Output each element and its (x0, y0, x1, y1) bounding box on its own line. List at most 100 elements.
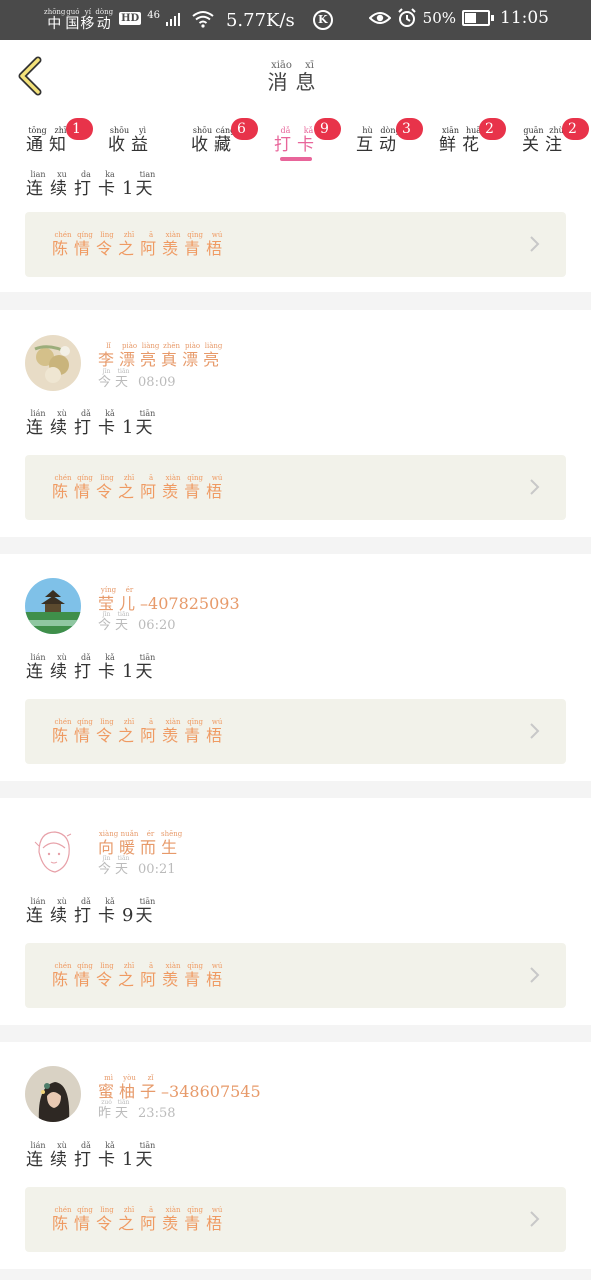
tab-label: 关guān注zhù (522, 126, 568, 155)
tab-earnings[interactable]: 收shōu益yì (108, 126, 154, 155)
ruby-char: 真zhēn (161, 342, 183, 369)
unread-badge: 2 (562, 118, 589, 140)
ruby-char: 连lián (26, 653, 50, 682)
streak-days: 1 (122, 661, 136, 682)
post-clock: 08:09 (138, 375, 176, 390)
ruby-char: 天tiān (115, 368, 133, 390)
tab-label: 收shōu藏cáng (191, 126, 237, 155)
ruby-char: 移yí (80, 8, 96, 32)
ruby-char: 之zhī (118, 474, 141, 501)
ruby-char: 天tiān (135, 653, 160, 682)
ruby-char: 李lǐ (98, 342, 120, 369)
tab-following[interactable]: 关guān注zhù 2 (522, 118, 589, 155)
tab-checkin[interactable]: 打dǎ卡kǎ 9 (274, 118, 341, 155)
ruby-char: 卡kǎ (98, 897, 122, 926)
streak-text: 连lián续xù打dǎ卡kǎ1天tiān (26, 409, 159, 438)
avatar[interactable] (25, 335, 81, 391)
ruby-char: 之zhī (118, 962, 141, 989)
tab-favorites[interactable]: 收shōu藏cáng 6 (191, 118, 258, 155)
tab-interaction[interactable]: 互hù动dòng 3 (356, 118, 423, 155)
ruby-char: 国guó (65, 8, 81, 32)
unread-badge: 3 (396, 118, 423, 140)
unread-badge: 2 (479, 118, 506, 140)
avatar[interactable] (25, 1066, 81, 1122)
ruby-char: 令lìng (96, 718, 119, 745)
streak-days: 1 (122, 178, 136, 199)
ruby-char: 令lìng (96, 1206, 119, 1233)
ruby-char: 羡xiàn (162, 474, 185, 501)
ruby-char: 陈chén (52, 718, 75, 745)
streak-unit: 天tiān (135, 1141, 159, 1170)
ruby-char: 羡xiàn (162, 231, 185, 258)
ruby-char: 羡xiàn (162, 1206, 185, 1233)
ruby-char: 令lìng (96, 474, 119, 501)
ruby-char: 情qíng (74, 1206, 97, 1233)
ruby-char: 鲜xiān (439, 126, 462, 155)
streak-label: 连lián续xù打dǎ卡kǎ (26, 653, 122, 682)
ruby-char: 今jīn (98, 855, 116, 877)
ruby-char: 情qíng (74, 231, 97, 258)
ruby-char: 续xù (50, 409, 74, 438)
book-title: 陈chén情qíng令lìng之zhī阿ā羡xiàn青qīng梧wú (52, 231, 228, 259)
tab-label: 收shōu益yì (108, 126, 154, 155)
ruby-char: 天tiān (135, 897, 160, 926)
tab-flowers[interactable]: 鲜xiān花huā 2 (439, 118, 506, 155)
user-name[interactable]: 蜜mì柚yòu子zǐ–348607545 (98, 1074, 261, 1102)
ruby-char: 卡kǎ (98, 653, 122, 682)
ruby-char: 漂piào (119, 342, 141, 369)
user-name[interactable]: 向xiàng暖nuǎn而ér生shēng (98, 830, 182, 858)
ruby-char: 打dǎ (74, 409, 98, 438)
book-link[interactable]: 陈chén情qíng令lìng之zhī阿ā羡xiàn青qīng梧wú (25, 455, 566, 520)
ruby-char: 益yì (131, 126, 154, 155)
ruby-char: 卡kǎ (98, 1141, 122, 1170)
battery-icon (462, 10, 490, 26)
ruby-char: 续xù (50, 653, 74, 682)
ruby-char: 花huā (462, 126, 485, 155)
ruby-char: 之zhī (118, 1206, 141, 1233)
ruby-char: 连lián (26, 897, 50, 926)
user-name[interactable]: 李lǐ漂piào亮liàng真zhēn漂piào亮liàng (98, 342, 224, 370)
ruby-char: 消xiāo (267, 60, 296, 94)
tab-label: 通tōng知zhī (26, 126, 72, 155)
avatar[interactable] (25, 578, 81, 634)
post-time: 昨zuó天tiān 23:58 (98, 1099, 176, 1121)
post-day: 今jīn天tiān (98, 855, 132, 877)
page-title: 消xiāo息xī (0, 60, 591, 95)
ruby-char: 收shōu (108, 126, 131, 155)
ruby-char: 打dǎ (74, 897, 98, 926)
ruby-char: 阿ā (140, 1206, 163, 1233)
ruby-char: 今jīn (98, 611, 116, 633)
checkin-card: 李lǐ漂piào亮liàng真zhēn漂piào亮liàng 今jīn天tiān… (0, 310, 591, 537)
user-name-text: 李lǐ漂piào亮liàng真zhēn漂piào亮liàng (98, 342, 224, 369)
battery-percent: 50% (422, 9, 456, 27)
book-title: 陈chén情qíng令lìng之zhī阿ā羡xiàn青qīng梧wú (52, 1206, 228, 1234)
ruby-char: 亮liàng (140, 342, 162, 369)
ruby-char: 中zhōng (44, 8, 66, 32)
tab-notice[interactable]: 通tōng知zhī 1 (26, 118, 93, 155)
book-link[interactable]: 陈chén情qíng令lìng之zhī阿ā羡xiàn青qīng梧wú (25, 212, 566, 277)
active-tab-indicator (280, 157, 312, 161)
book-title: 陈chén情qíng令lìng之zhī阿ā羡xiàn青qīng梧wú (52, 718, 228, 746)
ruby-char: 青qīng (184, 231, 207, 258)
ruby-char: 卡ka (98, 170, 122, 199)
tab-label: 打dǎ卡kǎ (274, 126, 320, 155)
book-link[interactable]: 陈chén情qíng令lìng之zhī阿ā羡xiàn青qīng梧wú (25, 1187, 566, 1252)
book-link[interactable]: 陈chén情qíng令lìng之zhī阿ā羡xiàn青qīng梧wú (25, 943, 566, 1008)
user-name[interactable]: 莹yíng儿ér–407825093 (98, 586, 240, 614)
ruby-char: 梧wú (206, 231, 229, 258)
streak-text: 连lián续xù打dǎ卡kǎ1天tiān (26, 653, 159, 682)
ruby-char: 打dǎ (74, 653, 98, 682)
avatar[interactable] (25, 822, 81, 878)
streak-unit: 天tiān (135, 897, 160, 926)
book-link[interactable]: 陈chén情qíng令lìng之zhī阿ā羡xiàn青qīng梧wú (25, 699, 566, 764)
signal-icon (165, 13, 180, 26)
status-bar: 中zhōng国guó移yí动dòng HD 46 5.77K/s K 50% 1… (0, 0, 591, 40)
ruby-char: 之zhī (118, 231, 141, 258)
ruby-char: 收shōu (191, 126, 214, 155)
ruby-char: 天tian (135, 170, 160, 199)
ruby-char: 连lián (26, 409, 50, 438)
post-time: 今jīn天tiān 00:21 (98, 855, 176, 877)
chevron-left-icon[interactable] (16, 56, 46, 96)
ruby-char: 青qīng (184, 1206, 207, 1233)
hd-icon: HD (119, 12, 142, 25)
